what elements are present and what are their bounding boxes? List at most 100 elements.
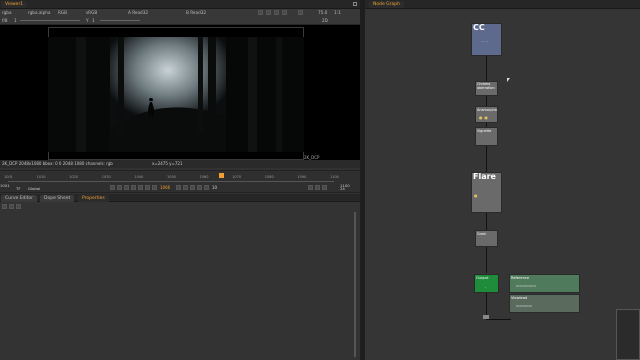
wire-flare-grain — [486, 213, 487, 230]
node-cc-icons: ·· · — [482, 39, 489, 44]
node-cc[interactable]: CC ·· · — [471, 23, 502, 56]
wire-vignette-flare — [486, 146, 487, 172]
input-b-dropdown[interactable]: B Read32 — [186, 9, 206, 16]
timeline-tick-label: 1030 — [101, 175, 111, 179]
gamma-slider[interactable] — [100, 20, 140, 21]
step-back-button[interactable] — [138, 185, 143, 190]
cursor-coords: x=2475 y=721 — [152, 161, 183, 166]
proxy-dropdown[interactable]: 1:1 — [334, 9, 341, 16]
start-frame[interactable]: 1001 — [0, 183, 10, 188]
lock-icon[interactable] — [322, 185, 327, 190]
panel-scrollbar[interactable] — [354, 212, 356, 357]
wire-grain-output — [486, 247, 487, 273]
scope-dropdown[interactable]: Global — [28, 186, 40, 191]
node-output[interactable]: Output · — [474, 274, 499, 293]
timeline-tick-label: 1020 — [69, 175, 79, 179]
tab-curve-editor[interactable]: Curve Editor — [1, 195, 38, 202]
panel-menu-icon[interactable] — [353, 2, 357, 6]
fps-field[interactable]: 24 — [340, 186, 345, 191]
node-grain[interactable]: Grain — [475, 230, 498, 247]
tab-dope-sheet[interactable]: Dope Sheet — [40, 195, 75, 202]
pause-button[interactable] — [298, 10, 303, 15]
colorspace-dropdown[interactable]: RGB — [58, 9, 67, 16]
jump-back-button[interactable] — [152, 185, 157, 190]
play-back-button[interactable] — [131, 185, 136, 190]
wire-viewer-link — [486, 319, 511, 320]
roi-button[interactable] — [282, 10, 287, 15]
channels-dropdown[interactable]: rgba — [2, 9, 12, 16]
node-output-label: Output — [476, 276, 489, 280]
playback-rate[interactable]: TF — [16, 186, 21, 191]
nodegraph-tabbar: Node Graph — [365, 0, 640, 9]
node-reference-icons: ▭▭▭▭▭ — [516, 283, 537, 288]
node-graph-minimap[interactable] — [616, 309, 640, 360]
zoom-dropdown[interactable]: 75.0 — [318, 9, 327, 16]
wire-chroma-anamorphic — [486, 96, 487, 106]
tab-properties[interactable]: Properties — [78, 195, 109, 202]
current-frame-field[interactable]: 1066 — [160, 185, 170, 190]
timeline-ruler[interactable]: 1001 1010 1020 1030 1040 1050 1060 1070 1080 1090… — [4, 175, 339, 182]
tab-node-graph[interactable]: Node Graph — [369, 1, 404, 8]
prev-frame-button[interactable] — [124, 185, 129, 190]
timeline-tick-label: 1100 — [330, 175, 339, 179]
node-vignette[interactable]: Vignette — [475, 127, 498, 146]
node-viewlead-label: Viewlead — [511, 296, 528, 300]
node-viewlead[interactable]: Viewlead ▭▭▭▭ — [509, 294, 580, 313]
compare-button[interactable] — [266, 10, 271, 15]
timeline-tick-label: 1001 — [4, 175, 13, 179]
node-cc-label: CC — [473, 23, 485, 32]
overlay-button[interactable] — [274, 10, 279, 15]
step-forward-button[interactable] — [190, 185, 195, 190]
view-lut-dropdown[interactable]: sRGB — [86, 9, 97, 16]
gamma-value[interactable]: 1 — [92, 17, 95, 24]
node-anamorphic-icons: ● ● — [479, 115, 489, 120]
node-graph-canvas[interactable]: CC ·· · Chroma aberration Anamorphic ● ●… — [365, 9, 640, 360]
node-flare[interactable]: Flare ● — [471, 172, 502, 213]
step-field[interactable]: 10 — [212, 185, 217, 190]
view-mode-dropdown[interactable]: 2D — [322, 17, 328, 24]
y-label: Y — [86, 18, 89, 23]
jump-forward-button[interactable] — [176, 185, 181, 190]
input-a-dropdown[interactable]: A Read32 — [128, 9, 148, 16]
play-button[interactable] — [183, 185, 188, 190]
node-vignette-label: Vignette — [477, 129, 492, 133]
viewer-canvas[interactable]: 2K_DCP — [0, 25, 360, 160]
viewer-image — [48, 37, 304, 152]
loop-button[interactable] — [308, 185, 313, 190]
next-key-button[interactable] — [197, 185, 202, 190]
node-output-icons: · — [485, 285, 487, 290]
lower-tabbar: Curve Editor Dope Sheet Properties — [0, 194, 360, 202]
alpha-dropdown[interactable]: rgba.alpha — [28, 9, 50, 16]
viewer-tabbar: Viewer1 — [0, 0, 360, 9]
tab-viewer1[interactable]: Viewer1 — [1, 1, 28, 8]
node-anamorphic[interactable]: Anamorphic ● ● — [475, 106, 498, 123]
last-frame-button[interactable] — [204, 185, 209, 190]
timeline-tick-label: 1040 — [134, 175, 144, 179]
properties-panel[interactable] — [0, 202, 360, 360]
first-frame-button[interactable] — [110, 185, 115, 190]
gain-slider[interactable] — [20, 20, 80, 21]
clear-panels-button[interactable] — [9, 204, 14, 209]
timeline-playhead[interactable] — [218, 173, 224, 178]
viewer-toolbar: rgba rgba.alpha RGB sRGB A Read32 B Read… — [0, 9, 360, 25]
prev-key-button[interactable] — [117, 185, 122, 190]
gain-value[interactable]: 1 — [14, 17, 17, 24]
timeline[interactable]: 1001 1010 1020 1030 1040 1050 1060 1070 1080 1090… — [0, 170, 360, 193]
wire-cc-chroma — [486, 56, 487, 81]
mouse-cursor — [507, 78, 510, 82]
wipe-button[interactable] — [258, 10, 263, 15]
node-flare-label: Flare — [473, 172, 496, 181]
stop-button[interactable] — [145, 185, 150, 190]
node-chroma-aberration[interactable]: Chroma aberration — [475, 81, 498, 96]
pen-icon[interactable] — [16, 204, 21, 209]
node-reference[interactable]: Reference ▭▭▭▭▭ — [509, 274, 580, 293]
node-viewer-stub[interactable] — [483, 315, 489, 319]
properties-toolbar — [2, 204, 26, 210]
max-panels-button[interactable] — [2, 204, 7, 209]
node-grain-label: Grain — [477, 232, 487, 236]
range-button[interactable] — [315, 185, 320, 190]
viewer-info-bar: 2K_DCP 2048x1080 bbox: 0 0 2048 1080 cha… — [0, 160, 360, 168]
timeline-tick-label: 1060 — [199, 175, 209, 179]
format-info: 2K_DCP 2048x1080 bbox: 0 0 2048 1080 cha… — [2, 161, 113, 166]
node-chroma-label: Chroma aberration — [477, 82, 495, 90]
